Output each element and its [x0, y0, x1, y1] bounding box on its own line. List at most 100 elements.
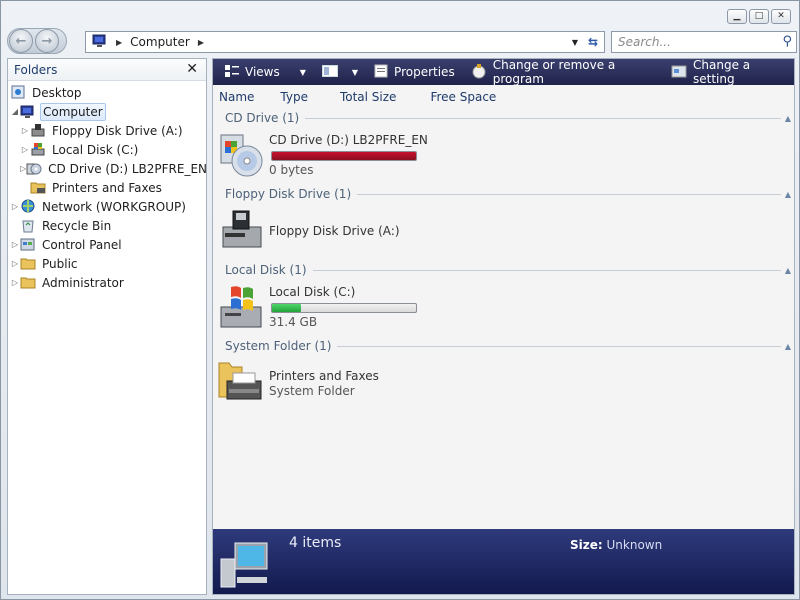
- views-icon: [225, 64, 239, 80]
- tree-label: Local Disk (C:): [52, 142, 139, 157]
- computer-icon: [92, 34, 108, 51]
- breadcrumb-computer[interactable]: Computer: [130, 35, 190, 49]
- tree-label: Computer: [40, 102, 106, 121]
- caption-buttons: ▁ □ ✕: [727, 9, 791, 24]
- group-divider: [357, 193, 781, 195]
- group-title: System Folder (1): [225, 339, 332, 353]
- folders-title: Folders: [14, 62, 58, 77]
- tree-label: Control Panel: [42, 237, 122, 252]
- group-header-cd[interactable]: CD Drive (1) ▲: [225, 111, 791, 125]
- address-dropdown-icon[interactable]: ▼: [572, 38, 578, 47]
- change-program-label: Change or remove a program: [492, 58, 616, 86]
- group-header-local-disk[interactable]: Local Disk (1) ▲: [225, 263, 791, 277]
- breadcrumb-arrow-icon[interactable]: ▶: [198, 38, 204, 47]
- item-name: Printers and Faxes: [269, 369, 379, 383]
- views-dropdown-icon[interactable]: ▼: [300, 68, 306, 77]
- floppy-drive-icon: [30, 123, 46, 139]
- content-pane: Views ▼ ▼ Properties Change or remove a: [212, 58, 795, 595]
- layout-button[interactable]: ▼: [314, 59, 366, 85]
- command-bar: Views ▼ ▼ Properties Change or remove a: [213, 58, 794, 86]
- tree-item-printers[interactable]: Printers and Faxes: [8, 178, 206, 197]
- expand-icon[interactable]: ▷: [20, 145, 30, 154]
- printer-folder-icon: [217, 359, 267, 409]
- local-disk-icon: [217, 283, 267, 333]
- column-total-size[interactable]: Total Size: [340, 90, 408, 104]
- column-type[interactable]: Type: [280, 90, 320, 104]
- control-panel-icon: [20, 237, 36, 253]
- details-pane: 4 items Size: Unknown: [213, 529, 794, 594]
- list-item-printers[interactable]: Printers and Faxes System Folder: [217, 359, 517, 409]
- collapse-group-icon[interactable]: ▲: [785, 342, 791, 351]
- layout-dropdown-icon[interactable]: ▼: [352, 68, 358, 77]
- collapse-group-icon[interactable]: ▲: [785, 266, 791, 275]
- group-header-system-folder[interactable]: System Folder (1) ▲: [225, 339, 791, 353]
- program-icon: [471, 63, 487, 82]
- item-free-space: 31.4 GB: [269, 315, 318, 329]
- close-icon[interactable]: ✕: [771, 9, 791, 24]
- list-item-local-disk[interactable]: Local Disk (C:) 31.4 GB: [217, 283, 517, 333]
- forward-button[interactable]: →: [35, 29, 59, 53]
- tree-label: Floppy Disk Drive (A:): [52, 123, 183, 138]
- capacity-bar-fill: [272, 304, 301, 312]
- layout-icon: [321, 64, 338, 80]
- cd-drive-icon: [217, 131, 267, 181]
- views-label: Views: [245, 65, 280, 79]
- expand-icon[interactable]: ▷: [20, 126, 30, 135]
- size-value: Unknown: [606, 538, 663, 552]
- expand-icon[interactable]: ▷: [10, 278, 20, 287]
- collapse-icon[interactable]: ◢: [10, 107, 20, 116]
- expand-icon[interactable]: ▷: [10, 202, 20, 211]
- folders-pane: Folders ✕ Desktop ◢ Computer ▷ Floppy Di…: [7, 58, 207, 595]
- change-setting-button[interactable]: Change a setting: [663, 58, 794, 86]
- tree-item-network[interactable]: ▷ Network (WORKGROUP): [8, 197, 206, 216]
- back-button[interactable]: ←: [9, 29, 33, 53]
- search-icon[interactable]: ⚲: [782, 34, 792, 49]
- list-item-cd-drive[interactable]: CD Drive (D:) LB2PFRE_EN 0 bytes: [217, 131, 517, 183]
- tree-item-local-disk[interactable]: ▷ Local Disk (C:): [8, 140, 206, 159]
- views-button[interactable]: Views ▼: [217, 59, 314, 85]
- expand-icon[interactable]: ▷: [10, 259, 20, 268]
- tree-item-floppy[interactable]: ▷ Floppy Disk Drive (A:): [8, 121, 206, 140]
- change-setting-label: Change a setting: [693, 58, 751, 86]
- floppy-drive-icon: [217, 209, 267, 259]
- tree-item-cd-drive[interactable]: ▷ CD Drive (D:) LB2PFRE_EN: [8, 159, 208, 178]
- breadcrumb-separator-icon[interactable]: ▶: [116, 38, 122, 47]
- change-program-button[interactable]: Change or remove a program: [463, 58, 663, 86]
- tree-label: CD Drive (D:) LB2PFRE_EN: [48, 161, 208, 176]
- computer-icon: [217, 541, 271, 591]
- tree-item-public[interactable]: ▷ Public: [8, 254, 206, 273]
- tree-label: Network (WORKGROUP): [42, 199, 186, 214]
- list-item-floppy[interactable]: Floppy Disk Drive (A:): [217, 209, 517, 255]
- computer-icon: [20, 104, 36, 120]
- size-info: Size: Unknown: [570, 538, 662, 552]
- tree-label: Public: [42, 256, 78, 271]
- tree-item-desktop[interactable]: Desktop: [8, 83, 206, 102]
- refresh-icon[interactable]: ⇆: [588, 35, 598, 49]
- address-bar[interactable]: ▶ Computer ▶ ▼ ⇆: [85, 31, 605, 53]
- recycle-bin-icon: [20, 218, 36, 234]
- search-input[interactable]: Search... ⚲: [611, 31, 797, 53]
- maximize-icon[interactable]: □: [749, 9, 769, 24]
- group-title: CD Drive (1): [225, 111, 300, 125]
- explorer-window: ▁ □ ✕ ← → ▶ Computer ▶ ▼ ⇆ Search... ⚲ F…: [0, 0, 800, 600]
- tree-item-computer[interactable]: ◢ Computer: [8, 102, 206, 121]
- setting-icon: [671, 63, 687, 82]
- properties-icon: [374, 64, 388, 81]
- collapse-group-icon[interactable]: ▲: [785, 190, 791, 199]
- column-name[interactable]: Name: [219, 90, 266, 104]
- expand-icon[interactable]: ▷: [10, 240, 20, 249]
- tree-item-administrator[interactable]: ▷ Administrator: [8, 273, 206, 292]
- search-placeholder: Search...: [618, 35, 671, 49]
- tree-item-control-panel[interactable]: ▷ Control Panel: [8, 235, 206, 254]
- item-name: Floppy Disk Drive (A:): [269, 224, 400, 238]
- capacity-bar-fill: [272, 152, 416, 160]
- properties-button[interactable]: Properties: [366, 59, 463, 85]
- collapse-group-icon[interactable]: ▲: [785, 114, 791, 123]
- minimize-icon[interactable]: ▁: [727, 9, 747, 24]
- column-free-space[interactable]: Free Space: [430, 90, 508, 104]
- close-pane-icon[interactable]: ✕: [186, 61, 198, 77]
- capacity-bar: [271, 151, 417, 161]
- tree-item-recycle-bin[interactable]: Recycle Bin: [8, 216, 206, 235]
- folder-icon: [20, 256, 36, 272]
- group-header-floppy[interactable]: Floppy Disk Drive (1) ▲: [225, 187, 791, 201]
